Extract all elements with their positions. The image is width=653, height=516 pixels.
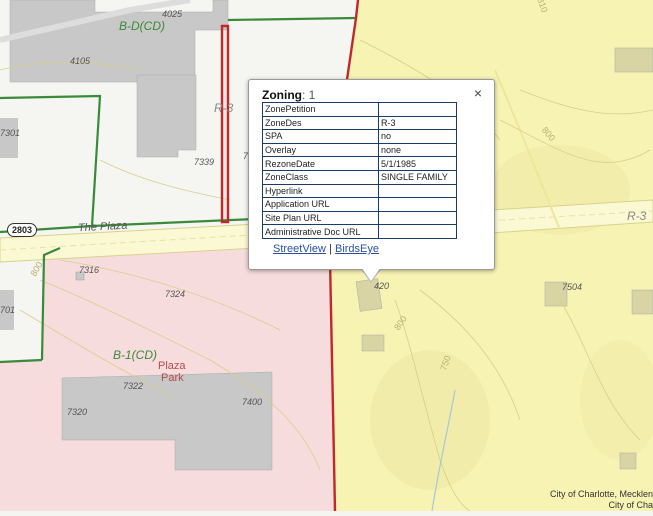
attribute-value (378, 197, 457, 212)
link-separator: | (329, 243, 332, 255)
attribute-key: Overlay (262, 142, 379, 158)
address-7324: 7324 (165, 289, 186, 299)
address-4105: 4105 (70, 56, 91, 66)
address-4025: 4025 (162, 9, 183, 19)
attribute-value: no (378, 129, 457, 144)
popup-links: StreetView | BirdsEye (273, 243, 379, 255)
attribute-row: Hyperlink (262, 183, 457, 199)
close-icon[interactable]: × (474, 85, 482, 101)
attribute-key: Site Plan URL (262, 210, 379, 226)
attribute-row: Overlay none (262, 142, 457, 158)
road-shield-2803: 2803 (7, 223, 38, 237)
attribute-row: SPA no (262, 129, 457, 144)
attribute-row: ZoneDes R-3 (262, 115, 457, 131)
popup-title: Zoning: 1 (262, 88, 315, 102)
attribute-key: Administrative Doc URL (262, 224, 379, 239)
zoning-popup: Zoning: 1 × ZonePetition ZoneDes R-3 SPA no O… (248, 79, 495, 270)
address-7322: 7322 (123, 381, 144, 391)
attribute-row: ZonePetition (262, 102, 457, 117)
zone-label-b1: B-1(CD) (113, 348, 157, 362)
building-house-2 (361, 334, 385, 352)
park-label-plaza: Plaza (158, 360, 186, 372)
attribution-line-2: City of Cha (608, 500, 653, 510)
address-7301: 7301 (0, 128, 21, 138)
popup-pointer (361, 267, 381, 281)
attribute-value (378, 183, 457, 199)
attribute-value: R-3 (378, 115, 457, 131)
attribute-row: Administrative Doc URL (262, 224, 457, 239)
building-se (619, 452, 637, 470)
building-7301 (0, 118, 18, 158)
attribute-row: Site Plan URL (262, 210, 457, 226)
map-attribution: City of Charlotte, Mecklen City of Cha (550, 489, 653, 511)
birdseye-link[interactable]: BirdsEye (335, 243, 379, 255)
attribute-row: RezoneDate 5/1/1985 (262, 156, 457, 171)
park-label-park: Park (161, 372, 184, 384)
attribute-key: Application URL (262, 197, 379, 212)
attribute-value (378, 210, 457, 226)
address-7504: 7504 (562, 282, 583, 292)
building-7339 (136, 74, 197, 158)
address-7316: 7316 (79, 265, 100, 275)
building-house-3 (631, 289, 653, 315)
attribute-value (378, 102, 457, 117)
attribute-value (378, 224, 457, 239)
attribute-value: SINGLE FAMILY (378, 169, 457, 185)
address-7400: 7400 (242, 397, 263, 407)
attribute-key: SPA (262, 129, 379, 144)
address-701: 701 (0, 305, 16, 315)
popup-count: : 1 (301, 88, 316, 102)
zone-label-r3-right: R-3 (627, 209, 647, 223)
address-7320: 7320 (67, 407, 88, 417)
attribute-value: 5/1/1985 (378, 156, 457, 171)
streetview-link[interactable]: StreetView (273, 243, 326, 255)
zone-label-r3-center: R-3 (214, 101, 234, 115)
attribute-table: ZonePetition ZoneDes R-3 SPA no Overlay none Re… (262, 102, 457, 239)
attribute-key: RezoneDate (262, 156, 379, 171)
attribute-key: Hyperlink (262, 183, 379, 199)
building-ne (614, 47, 653, 73)
attribute-value: none (378, 142, 457, 158)
zone-label-bd: B-D(CD) (119, 19, 165, 33)
address-7339: 7339 (194, 157, 215, 167)
attribution-line-1: City of Charlotte, Mecklen (549, 489, 653, 499)
popup-title-label: Zoning (262, 88, 302, 102)
attribute-key: ZonePetition (262, 102, 379, 117)
attribute-key: ZoneDes (262, 115, 379, 131)
attribute-key: ZoneClass (262, 169, 379, 185)
hillshade-2 (370, 350, 490, 490)
attribute-row: ZoneClass SINGLE FAMILY (262, 169, 457, 185)
attribute-row: Application URL (262, 197, 457, 212)
